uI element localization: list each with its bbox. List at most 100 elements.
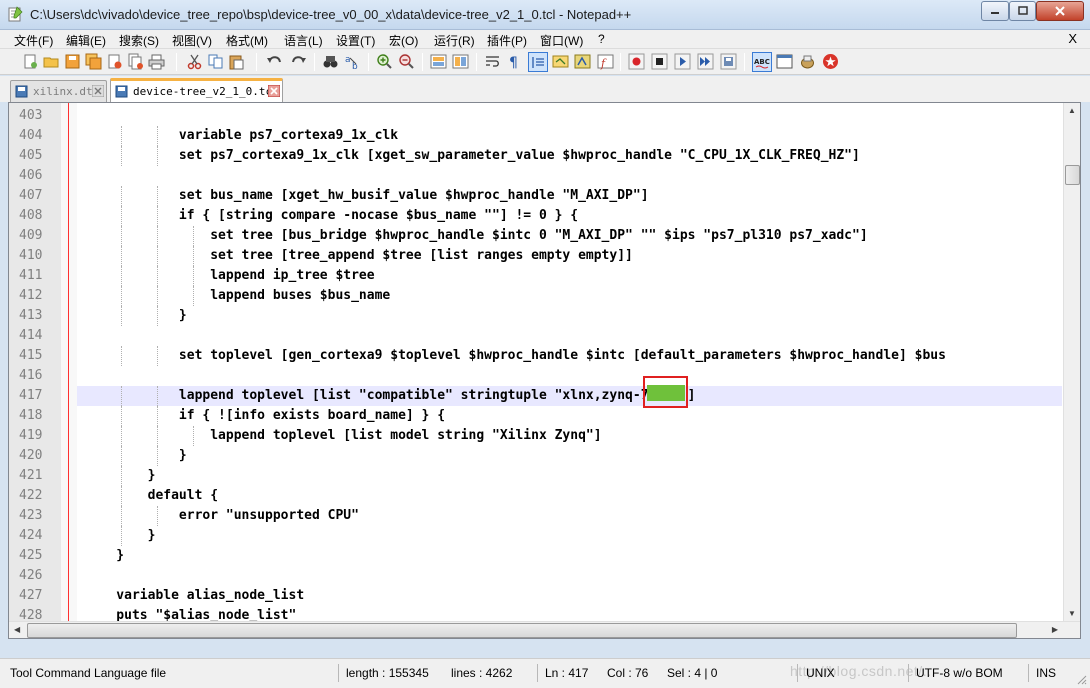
menu-format[interactable]: 格式(M) (226, 32, 268, 49)
tab-xilinx-dts[interactable]: xilinx.dts (10, 80, 107, 102)
minimize-button[interactable] (981, 1, 1009, 21)
record-macro-button[interactable] (628, 53, 645, 70)
spell-check-icon: ABC (754, 58, 769, 68)
close-icon[interactable] (268, 85, 280, 97)
paste-button[interactable] (228, 53, 245, 70)
menu-run[interactable]: 运行(R) (434, 32, 475, 49)
indent-guide-button[interactable] (528, 52, 548, 72)
code-line[interactable]: 417 lappend toplevel [list "compatible" … (19, 386, 1062, 406)
code-line[interactable]: 421 } (19, 466, 1062, 486)
resize-grip-icon[interactable] (1075, 673, 1087, 685)
vertical-scrollbar[interactable]: ▲ ▼ (1063, 103, 1080, 621)
replace-button[interactable]: ab (344, 53, 361, 70)
code-text: } (85, 548, 125, 563)
spell-check-button[interactable]: ABC (752, 52, 772, 72)
close-file-button[interactable] (106, 53, 123, 70)
horizontal-scrollbar[interactable]: ◀ ▶ (9, 621, 1080, 638)
sync-horizontal-button[interactable] (452, 53, 469, 70)
title-bar: C:\Users\dc\vivado\device_tree_repo\bsp\… (0, 0, 1090, 30)
redo-icon (292, 56, 306, 63)
scroll-up-icon[interactable]: ▲ (1068, 106, 1076, 115)
show-all-characters-button[interactable]: ¶ (506, 53, 523, 70)
tab-device-tree-tcl[interactable]: device-tree_v2_1_0.tcl (110, 78, 283, 102)
menu-help[interactable]: ? (598, 32, 605, 46)
copy-button[interactable] (207, 53, 224, 70)
menu-search[interactable]: 搜索(S) (119, 32, 159, 49)
scroll-left-icon[interactable]: ◀ (14, 625, 20, 634)
code-line[interactable]: 409 set tree [bus_bridge $hwproc_handle … (19, 226, 1062, 246)
menu-settings[interactable]: 设置(T) (336, 32, 375, 49)
scroll-down-icon[interactable]: ▼ (1068, 609, 1076, 618)
code-line[interactable]: 422 default { (19, 486, 1062, 506)
code-line[interactable]: 416 (19, 366, 1062, 386)
zoom-in-button[interactable] (376, 53, 393, 70)
code-line[interactable]: 427 variable alias_node_list (19, 586, 1062, 606)
code-line[interactable]: 414 (19, 326, 1062, 346)
code-line[interactable]: 419 lappend toplevel [list model string … (19, 426, 1062, 446)
plugin-icon (801, 55, 814, 69)
user-defined-language-button[interactable] (552, 53, 569, 70)
find-button[interactable] (322, 53, 339, 70)
saved-file-icon (15, 85, 28, 98)
menu-language[interactable]: 语言(L) (284, 32, 323, 49)
menu-plugins[interactable]: 插件(P) (487, 32, 527, 49)
close-window-button[interactable] (1036, 1, 1084, 21)
print-button[interactable] (148, 53, 165, 70)
maximize-button[interactable] (1009, 1, 1036, 21)
open-file-button[interactable] (43, 53, 60, 70)
close-icon[interactable] (92, 85, 104, 97)
code-line[interactable]: 405 set ps7_cortexa9_1x_clk [xget_sw_par… (19, 146, 1062, 166)
play-icon (674, 53, 691, 70)
scroll-right-icon[interactable]: ▶ (1052, 625, 1058, 634)
code-line[interactable]: 406 (19, 166, 1062, 186)
code-line[interactable]: 404 variable ps7_cortexa9_1x_clk (19, 126, 1062, 146)
text-editor[interactable]: 403 404 variable ps7_cortexa9_1x_clk 405 s… (8, 102, 1081, 639)
horizontal-scroll-thumb[interactable] (27, 623, 1017, 638)
word-wrap-button[interactable] (484, 53, 501, 70)
code-line[interactable]: 423 error "unsupported CPU" (19, 506, 1062, 526)
code-area[interactable]: 403 404 variable ps7_cortexa9_1x_clk 405 s… (19, 103, 1062, 638)
cut-button[interactable] (186, 53, 203, 70)
save-macro-button[interactable] (720, 53, 737, 70)
save-all-button[interactable] (85, 53, 102, 70)
code-line[interactable]: 420 } (19, 446, 1062, 466)
code-line[interactable]: 425 } (19, 546, 1062, 566)
favorites-button[interactable] (822, 53, 839, 70)
function-list-button[interactable]: f (597, 53, 614, 70)
new-file-icon (24, 54, 37, 69)
undo-button[interactable] (266, 53, 283, 70)
menu-file[interactable]: 文件(F) (14, 32, 53, 49)
console-button[interactable] (776, 53, 793, 70)
close-document-button[interactable]: X (1068, 31, 1077, 46)
menu-view[interactable]: 视图(V) (172, 32, 212, 49)
code-line[interactable]: 424 } (19, 526, 1062, 546)
new-file-button[interactable] (22, 53, 39, 70)
pilcrow-icon: ¶ (509, 55, 518, 70)
code-line[interactable]: 426 (19, 566, 1062, 586)
code-line[interactable]: 418 if { ![info exists board_name] } { (19, 406, 1062, 426)
stop-macro-button[interactable] (651, 53, 668, 70)
vertical-scroll-thumb[interactable] (1065, 165, 1080, 185)
zoom-out-button[interactable] (398, 53, 415, 70)
code-line[interactable]: 412 lappend buses $bus_name (19, 286, 1062, 306)
code-line[interactable]: 415 set toplevel [gen_cortexa9 $toplevel… (19, 346, 1062, 366)
close-all-button[interactable] (127, 53, 144, 70)
run-macro-multiple-button[interactable] (697, 53, 714, 70)
sync-vertical-button[interactable] (430, 53, 447, 70)
menu-edit[interactable]: 编辑(E) (66, 32, 106, 49)
line-number: 404 (19, 128, 43, 143)
play-macro-button[interactable] (674, 53, 691, 70)
document-map-button[interactable] (574, 53, 591, 70)
code-line[interactable]: 413 } (19, 306, 1062, 326)
code-line[interactable]: 411 lappend ip_tree $tree (19, 266, 1062, 286)
code-line[interactable]: 408 if { [string compare -nocase $bus_na… (19, 206, 1062, 226)
code-line[interactable]: 407 set bus_name [xget_hw_busif_value $h… (19, 186, 1062, 206)
code-line[interactable]: 403 (19, 106, 1062, 126)
redo-button[interactable] (290, 53, 307, 70)
menu-window[interactable]: 窗口(W) (540, 32, 583, 49)
plugin-manager-button[interactable] (799, 53, 816, 70)
menu-macro[interactable]: 宏(O) (389, 32, 418, 49)
save-button[interactable] (64, 53, 81, 70)
code-text: } (85, 468, 156, 483)
code-line[interactable]: 410 set tree [tree_append $tree [list ra… (19, 246, 1062, 266)
